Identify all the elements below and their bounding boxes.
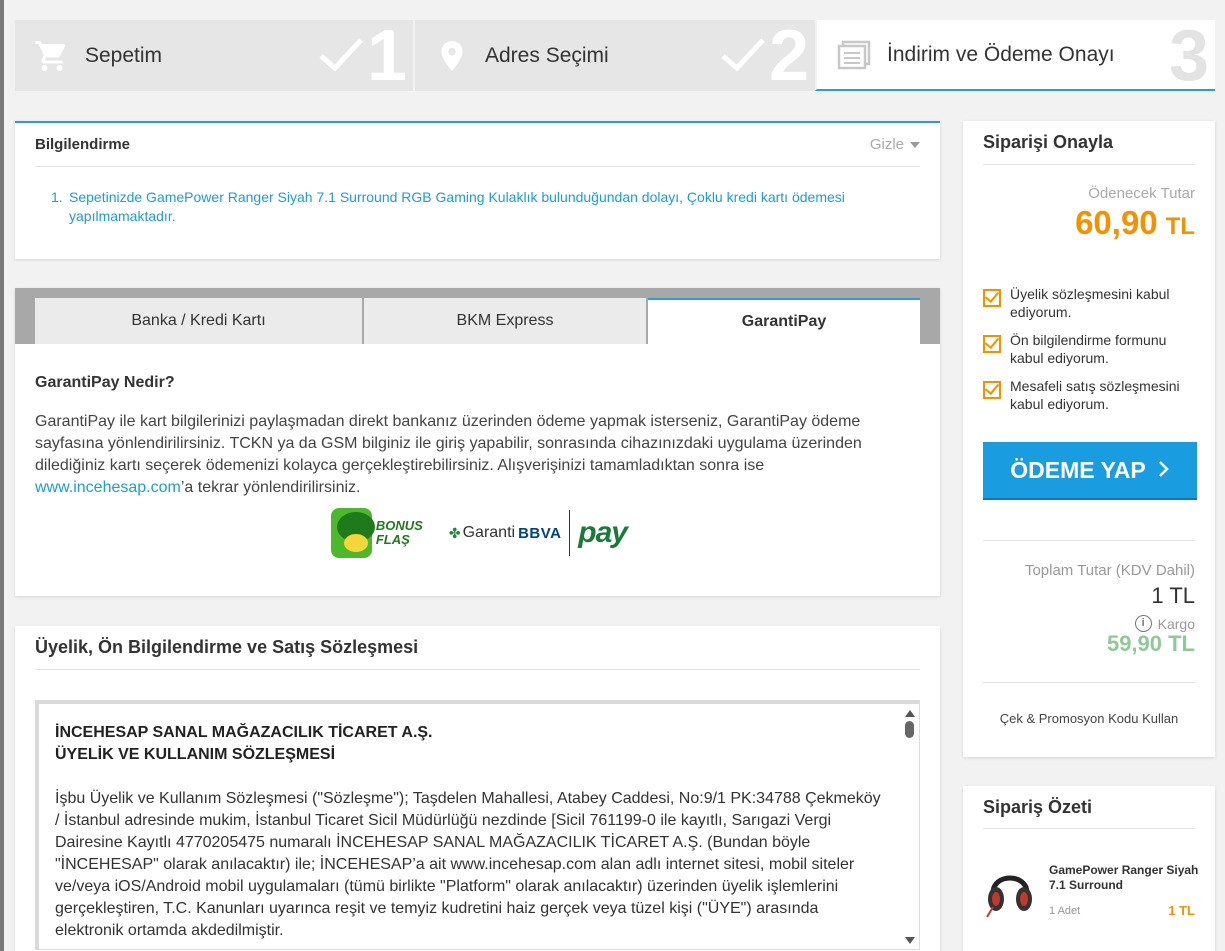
tab-bank-card[interactable]: Banka / Kredi Kartı — [35, 298, 362, 344]
scroll-up-icon[interactable] — [905, 710, 915, 717]
bbva-logo: BBVA — [518, 524, 562, 542]
pay-button-label: ÖDEME YAP — [1010, 456, 1146, 483]
payment-method-panel: Banka / Kredi Kartı BKM Express GarantiP… — [15, 288, 940, 596]
divider — [983, 540, 1195, 541]
step-number: 2 — [768, 20, 809, 91]
checkbox-label: Mesafeli satış sözleşmesini kabul ediyor… — [1010, 378, 1180, 412]
shipping-label: Kargo — [1157, 615, 1195, 632]
description-end: ’a tekrar yönlendirilirsiniz. — [180, 479, 361, 496]
payable-currency: TL — [1165, 213, 1195, 240]
incehesap-link[interactable]: www.incehesap.com — [35, 479, 181, 496]
product-quantity: 1 Adet — [1049, 905, 1081, 917]
checkbox-checked-icon[interactable] — [983, 289, 1001, 307]
checkbox-label: Üyelik sözleşmesini kabul ediyorum. — [1010, 286, 1170, 320]
divider — [983, 682, 1195, 683]
tab-garantipay[interactable]: GarantiPay — [648, 298, 920, 344]
info-icon[interactable]: i — [1134, 615, 1152, 632]
bonus-flas-logo: BONUS FLAŞ — [375, 518, 423, 547]
step-address[interactable]: Adres Seçimi 2 — [413, 20, 815, 91]
shipping-value: 59,90 TL — [1106, 631, 1195, 656]
step-label: Sepetim — [85, 43, 163, 67]
caret-down-icon — [910, 141, 920, 148]
distance-sales-checkbox[interactable]: Mesafeli satış sözleşmesini kabul ediyor… — [983, 377, 1195, 413]
contract-heading-title: ÜYELİK VE KULLANIM SÖZLEŞMESİ — [55, 746, 336, 763]
payable-amount: 60,90 TL — [1075, 204, 1195, 242]
info-message-text: Sepetinizde GamePower Ranger Siyah 7.1 S… — [69, 189, 845, 224]
pay-logo: pay — [578, 516, 628, 549]
step-payment-confirm[interactable]: İndirim ve Ödeme Onayı 3 — [815, 20, 1215, 91]
contract-text: İNCEHESAP SANAL MAĞAZACILIK TİCARET A.Ş.… — [55, 722, 885, 942]
checkbox-checked-icon[interactable] — [983, 335, 1001, 353]
order-summary-panel: Sipariş Özeti GamePower Ranger Siyah 7.1… — [963, 786, 1215, 951]
promo-code-link[interactable]: Çek & Promosyon Kodu Kullan — [963, 711, 1215, 726]
list-icon — [835, 36, 873, 74]
contract-scrollbar[interactable] — [903, 704, 917, 949]
checkmark-icon — [719, 34, 767, 79]
chevron-right-icon — [1158, 457, 1170, 484]
contract-title: Üyelik, Ön Bilgilendirme ve Satış Sözleş… — [35, 626, 920, 670]
contract-heading-company: İNCEHESAP SANAL MAĞAZACILIK TİCARET A.Ş. — [55, 724, 433, 741]
step-label: Adres Seçimi — [485, 43, 609, 67]
cart-icon — [33, 37, 71, 75]
pay-button[interactable]: ÖDEME YAP — [983, 442, 1197, 500]
garantipay-description: GarantiPay ile kart bilgilerinizi paylaş… — [35, 411, 915, 499]
hide-label: Gizle — [869, 136, 904, 153]
info-panel: Bilgilendirme Gizle 1. Sepetinizde GameP… — [15, 121, 940, 259]
garanti-logo: Garanti — [462, 524, 516, 541]
checkbox-checked-icon[interactable] — [983, 381, 1001, 399]
payment-tabs: Banka / Kredi Kartı BKM Express GarantiP… — [15, 288, 940, 344]
product-name[interactable]: GamePower Ranger Siyah 7.1 Surround — [1049, 863, 1199, 893]
scroll-thumb[interactable] — [905, 721, 914, 738]
location-pin-icon — [433, 37, 471, 75]
payable-value: 60,90 — [1075, 204, 1158, 241]
membership-agreement-checkbox[interactable]: Üyelik sözleşmesini kabul ediyorum. — [983, 285, 1195, 321]
checkout-steps: Sepetim 1 Adres Seçimi 2 İndirim ve Ödem… — [15, 20, 1215, 91]
checkbox-label: Ön bilgilendirme formunu kabul ediyorum. — [1010, 332, 1167, 366]
step-number: 3 — [1168, 20, 1209, 91]
step-cart[interactable]: Sepetim 1 — [15, 20, 413, 91]
info-panel-header: Bilgilendirme Gizle — [35, 123, 920, 167]
info-message: 1. Sepetinizde GamePower Ranger Siyah 7.… — [51, 188, 880, 226]
hide-toggle[interactable]: Gizle — [870, 136, 920, 153]
checkmark-icon — [317, 34, 365, 79]
garantipay-title: GarantiPay Nedir? — [35, 374, 175, 391]
tab-bkm-express[interactable]: BKM Express — [364, 298, 646, 344]
agreement-checkboxes: Üyelik sözleşmesini kabul ediyorum. Ön b… — [983, 285, 1195, 423]
product-price: 1 TL — [1168, 903, 1195, 918]
order-confirm-title: Siparişi Onayla — [983, 121, 1195, 165]
step-label: İndirim ve Ödeme Onayı — [887, 42, 1115, 66]
step-number: 1 — [366, 20, 407, 91]
contract-scroll-box[interactable]: İNCEHESAP SANAL MAĞAZACILIK TİCARET A.Ş.… — [35, 700, 920, 950]
headset-product-image[interactable] — [983, 863, 1037, 921]
description-text: GarantiPay ile kart bilgilerinizi paylaş… — [35, 413, 862, 474]
preinfo-form-checkbox[interactable]: Ön bilgilendirme formunu kabul ediyorum. — [983, 331, 1195, 367]
logo-separator — [569, 510, 571, 556]
total-label: Toplam Tutar (KDV Dahil) — [1024, 562, 1195, 579]
shipping-label-row: i Kargo — [1134, 615, 1195, 632]
info-panel-title: Bilgilendirme — [35, 136, 131, 153]
garanti-clover-icon: ✤ — [448, 524, 461, 541]
order-confirm-panel: Siparişi Onayla Ödenecek Tutar 60,90 TL Ü… — [963, 121, 1215, 757]
bonus-tree-icon — [331, 508, 375, 558]
payable-label: Ödenecek Tutar — [1088, 185, 1195, 202]
total-value: 1 TL — [1151, 583, 1195, 608]
info-message-number: 1. — [51, 189, 63, 205]
garantipay-logos: BONUS FLAŞ ✤ Garanti BBVA pay — [331, 506, 628, 560]
order-summary-title: Sipariş Özeti — [983, 786, 1195, 829]
left-edge-rule — [0, 0, 4, 951]
contract-body: İşbu Üyelik ve Kullanım Sözleşmesi ("Söz… — [55, 790, 881, 939]
contract-panel: Üyelik, Ön Bilgilendirme ve Satış Sözleş… — [15, 626, 940, 951]
scroll-down-icon[interactable] — [905, 937, 915, 944]
